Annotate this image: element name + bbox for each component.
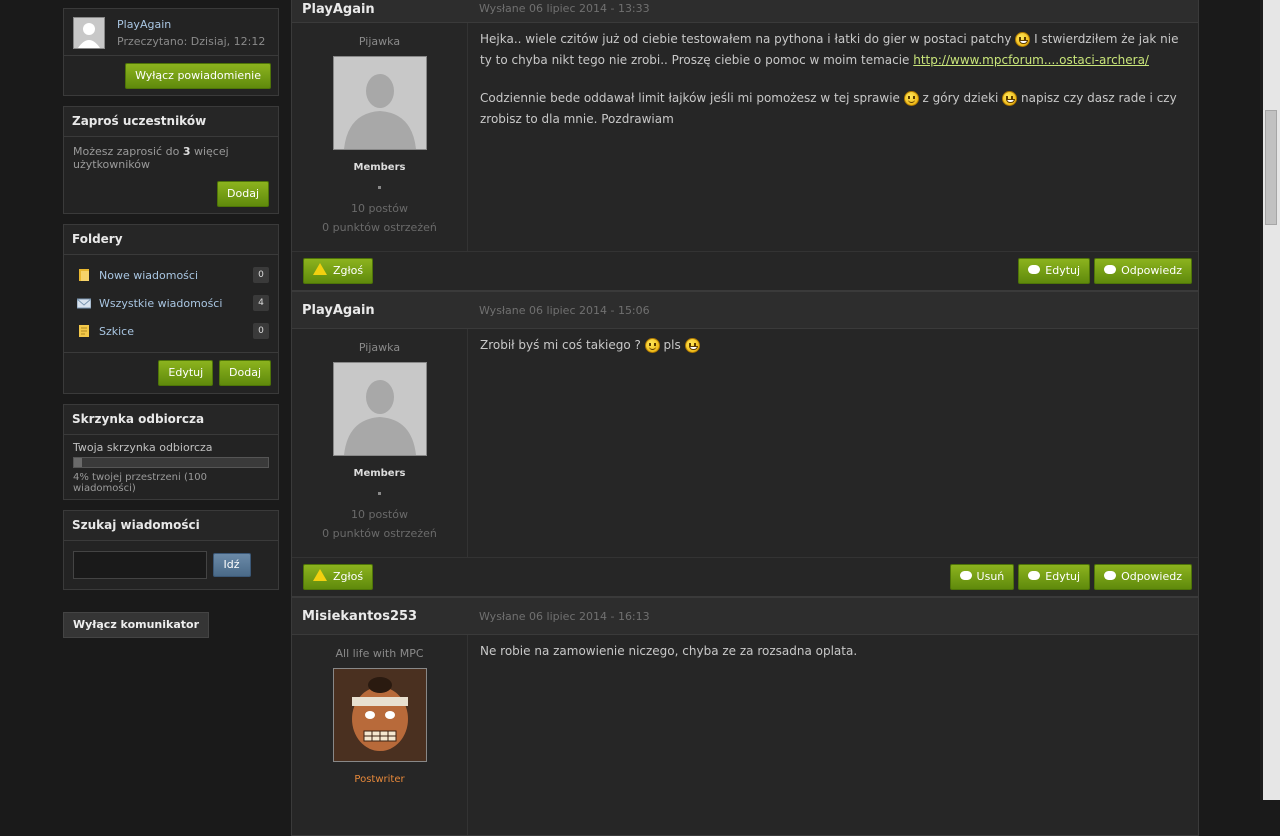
user-title: All life with MPC: [335, 647, 424, 660]
reply-button[interactable]: Odpowiedz: [1094, 258, 1192, 284]
folder-count: 0: [253, 267, 269, 283]
inbox-usage-bar: [73, 457, 269, 468]
scrollbar-thumb[interactable]: [1265, 110, 1277, 225]
participant-box: PlayAgain Przeczytano: Dzisiaj, 12:12 Wy…: [63, 8, 279, 96]
post-date: Wysłane 06 lipiec 2014 - 13:33: [479, 2, 650, 15]
user-group: Postwriter: [354, 774, 405, 785]
laugh-smiley-icon: [1015, 32, 1031, 47]
edit-button[interactable]: Edytuj: [1018, 258, 1091, 284]
reply-bubble-icon: [1104, 571, 1117, 580]
warning-points: 0 punktów ostrzeżeń: [322, 527, 437, 540]
sidebar: PlayAgain Przeczytano: Dzisiaj, 12:12 Wy…: [63, 0, 279, 638]
tongue-smiley-icon: [1002, 91, 1018, 106]
smile-smiley-icon: [644, 338, 660, 353]
report-button[interactable]: Zgłoś: [303, 564, 374, 590]
smile-smiley-icon: [903, 91, 919, 106]
user-title: Pijawka: [358, 35, 401, 48]
delete-button[interactable]: Usuń: [949, 564, 1015, 590]
folder-label: Nowe wiadomości: [99, 268, 199, 282]
post-content: Zrobił byś mi coś takiego ? pls: [468, 329, 1198, 557]
inbox-box: Skrzynka odbiorcza Twoja skrzynka odbior…: [63, 404, 279, 500]
folders-add-button[interactable]: Dodaj: [219, 360, 271, 386]
warning-icon: [313, 263, 327, 275]
post-author-info: Pijawka Members 10 postów 0 punktów ostr…: [292, 329, 468, 557]
inbox-label: Twoja skrzynka odbiorcza: [73, 441, 213, 454]
search-box: Szukaj wiadomości Idź: [63, 510, 279, 590]
post-date: Wysłane 06 lipiec 2014 - 15:06: [479, 303, 650, 317]
default-avatar-icon: [78, 23, 100, 48]
invite-title: Zaproś uczestników: [64, 107, 278, 137]
default-avatar-icon: [343, 380, 416, 455]
post-count: 10 postów: [351, 202, 408, 215]
edit-bubble-icon: [1028, 571, 1041, 580]
post-paragraph: Ne robie na zamowienie niczego, chyba ze…: [480, 644, 858, 658]
post-author[interactable]: Misiekantos253: [302, 609, 479, 624]
avatar[interactable]: [332, 362, 427, 456]
folders-edit-button[interactable]: Edytuj: [158, 360, 214, 386]
participant-name[interactable]: PlayAgain: [117, 18, 265, 31]
invite-text: Możesz zaprosić do 3 więcej użytkowników: [73, 145, 229, 171]
invite-add-button[interactable]: Dodaj: [217, 181, 269, 207]
post-author-info: All life with MPC Postwriter: [292, 635, 468, 835]
invite-box: Zaproś uczestników Możesz zaprosić do 3 …: [63, 106, 279, 214]
edit-button[interactable]: Edytuj: [1018, 564, 1091, 590]
warning-icon: [313, 569, 327, 581]
folder-item-new[interactable]: Nowe wiadomości 0: [73, 261, 269, 289]
inbox-usage-text: 4% twojej przestrzeni (100 wiadomości): [73, 472, 207, 494]
post-date: Wysłane 06 lipiec 2014 - 16:13: [479, 609, 650, 623]
warning-points: 0 punktów ostrzeżeń: [322, 221, 437, 234]
edit-bubble-icon: [1028, 265, 1041, 274]
folders-box: Foldery Nowe wiadomości 0 Wszystkie wiad…: [63, 224, 279, 394]
avatar[interactable]: [332, 56, 427, 150]
folder-new-icon: [79, 269, 89, 281]
post-author[interactable]: PlayAgain: [302, 2, 479, 17]
participant-read-time: Przeczytano: Dzisiaj, 12:12: [117, 35, 266, 48]
search-title: Szukaj wiadomości: [64, 511, 278, 541]
rank-pip: [378, 492, 381, 495]
inbox-title: Skrzynka odbiorcza: [64, 405, 278, 435]
post-author-info: Pijawka Members 10 postów 0 punktów ostr…: [292, 23, 468, 251]
folder-item-all[interactable]: Wszystkie wiadomości 4: [73, 289, 269, 317]
post: Misiekantos253 Wysłane 06 lipiec 2014 - …: [291, 597, 1199, 836]
post-paragraph: Codziennie bede oddawał limit łajków jeś…: [480, 91, 1177, 126]
search-input[interactable]: [73, 551, 207, 579]
post-paragraph: Zrobił byś mi coś takiego ? pls: [480, 335, 1186, 356]
disable-messenger-button[interactable]: Wyłącz komunikator: [63, 612, 210, 638]
user-group: Members: [353, 162, 406, 173]
topic-link[interactable]: http://www.mpcforum....ostaci-archera/: [913, 53, 1149, 67]
report-button[interactable]: Zgłoś: [303, 258, 374, 284]
disable-notification-button[interactable]: Wyłącz powiadomienie: [125, 63, 271, 89]
rank-pip: [378, 186, 381, 189]
post-content: Hejka.. wiele czitów już od ciebie testo…: [468, 23, 1198, 251]
user-group: Members: [353, 468, 406, 479]
inbox-usage-fill: [74, 458, 82, 467]
post-author[interactable]: PlayAgain: [302, 303, 479, 318]
draft-icon: [79, 325, 89, 337]
search-go-button[interactable]: Idź: [212, 553, 251, 577]
folder-label: Szkice: [99, 324, 134, 338]
post-paragraph: Hejka.. wiele czitów już od ciebie testo…: [480, 32, 1179, 67]
post: PlayAgain Wysłane 06 lipiec 2014 - 13:33…: [291, 0, 1199, 291]
reply-bubble-icon: [1104, 265, 1117, 274]
post-content: Ne robie na zamowienie niczego, chyba ze…: [468, 635, 1198, 835]
folder-count: 0: [253, 323, 269, 339]
user-title: Pijawka: [358, 341, 401, 354]
page-scrollbar[interactable]: [1263, 0, 1280, 800]
conversation: PlayAgain Wysłane 06 lipiec 2014 - 13:33…: [291, 0, 1199, 836]
post-count: 10 postów: [351, 508, 408, 521]
folders-title: Foldery: [64, 225, 278, 255]
avatar[interactable]: [332, 668, 427, 762]
reply-button[interactable]: Odpowiedz: [1094, 564, 1192, 590]
laugh-smiley-icon: [684, 338, 700, 353]
participant-avatar[interactable]: [73, 17, 105, 49]
post: PlayAgain Wysłane 06 lipiec 2014 - 15:06…: [291, 291, 1199, 597]
envelope-icon: [77, 298, 91, 309]
delete-bubble-icon: [959, 571, 972, 580]
folder-item-drafts[interactable]: Szkice 0: [73, 317, 269, 345]
folder-count: 4: [253, 295, 269, 311]
default-avatar-icon: [343, 74, 416, 149]
folder-label: Wszystkie wiadomości: [99, 296, 223, 310]
warrior-avatar-icon: [333, 669, 426, 761]
